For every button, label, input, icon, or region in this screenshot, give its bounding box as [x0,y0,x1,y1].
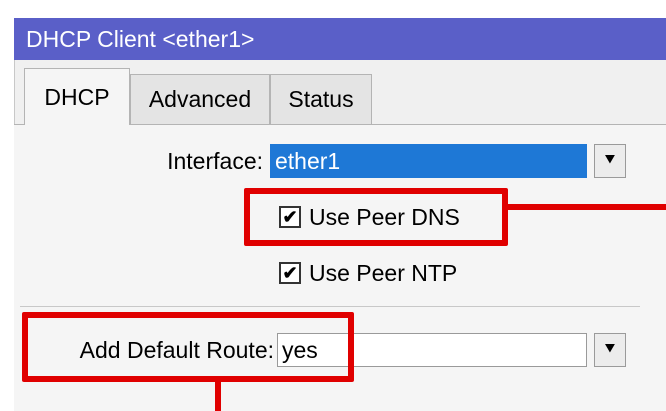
annotation-box-peer-dns [244,188,508,246]
tab-status[interactable]: Status [270,74,372,124]
annotation-line [215,380,221,411]
interface-dropdown-button[interactable]: ⯆ [594,144,626,178]
dropdown-arrow-icon: ⯆ [602,339,618,359]
tab-dhcp[interactable]: DHCP [24,68,130,125]
separator [20,306,640,307]
annotation-line [506,204,666,210]
use-peer-ntp-checkbox[interactable]: ✔ Use Peer NTP [279,259,457,287]
annotation-box-default-route [22,312,354,382]
dropdown-arrow-icon: ⯆ [602,150,618,170]
add-default-route-dropdown-button[interactable]: ⯆ [594,333,626,367]
checkmark-icon: ✔ [279,262,301,284]
window-title: DHCP Client <ether1> [14,18,666,60]
interface-field[interactable]: ether1 [270,144,587,178]
use-peer-ntp-label: Use Peer NTP [309,259,458,286]
interface-label: Interface: [167,148,263,174]
tab-advanced[interactable]: Advanced [130,74,270,124]
